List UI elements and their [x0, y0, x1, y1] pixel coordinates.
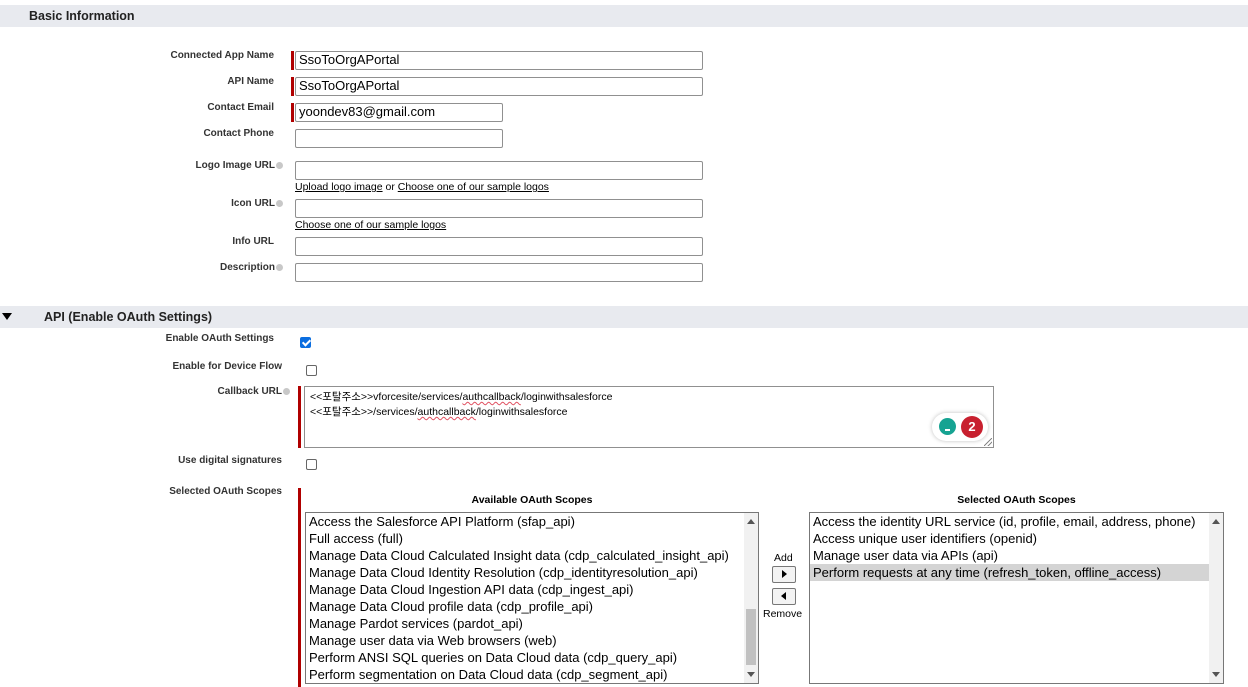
required-indicator [291, 103, 294, 122]
api-name-input[interactable]: SsoToOrgAPortal [295, 77, 703, 96]
choose-sample-logo-link[interactable]: Choose one of our sample logos [398, 181, 549, 193]
selected-scope-option[interactable]: Manage user data via APIs (api) [810, 547, 1223, 564]
device-flow-label: Enable for Device Flow [172, 361, 282, 372]
help-icon[interactable] [283, 388, 290, 395]
contact-email-label: Contact Email [207, 102, 274, 113]
required-indicator [291, 77, 294, 96]
selected-scrollbar[interactable] [1209, 513, 1223, 683]
selected-options: Access the identity URL service (id, pro… [810, 513, 1223, 581]
contact-email-input[interactable]: yoondev83@gmail.com [295, 103, 503, 122]
info-url-input[interactable] [295, 237, 703, 256]
available-scope-option[interactable]: Full access (full) [306, 530, 758, 547]
icon-url-input[interactable] [295, 199, 703, 218]
available-scope-option[interactable]: Manage Data Cloud profile data (cdp_prof… [306, 598, 758, 615]
device-flow-checkbox[interactable] [306, 365, 317, 376]
callback-url-label: Callback URL [100, 386, 290, 397]
selected-scopes-title: Selected OAuth Scopes [957, 494, 1076, 506]
icon-url-label: Icon URL [100, 198, 283, 209]
help-icon[interactable] [276, 264, 283, 271]
suggestion-count-badge[interactable]: 2 [961, 416, 983, 438]
add-label: Add [774, 552, 793, 564]
icon-links: Choose one of our sample logos [295, 219, 446, 231]
available-scope-option[interactable]: Perform segmentation on Data Cloud data … [306, 666, 758, 683]
logo-url-input[interactable] [295, 161, 703, 180]
scroll-down-icon[interactable] [747, 672, 755, 677]
basic-info-section-header [0, 5, 1248, 27]
scroll-up-icon[interactable] [747, 519, 755, 524]
grammar-assistant-widget[interactable]: 2 [932, 413, 988, 441]
remove-button[interactable] [772, 588, 796, 605]
callback-url-textarea[interactable]: <<포탈주소>>vforcesite/services/authcallback… [304, 386, 994, 448]
scroll-down-icon[interactable] [1212, 672, 1220, 677]
oauth-scopes-label: Selected OAuth Scopes [169, 486, 282, 497]
enable-oauth-label: Enable OAuth Settings [165, 333, 274, 344]
digital-signatures-label: Use digital signatures [178, 455, 282, 466]
or-text: or [385, 181, 395, 193]
arrow-left-icon [781, 592, 786, 600]
add-button[interactable] [772, 566, 796, 583]
enable-oauth-checkbox[interactable] [300, 337, 311, 348]
choose-sample-icon-link[interactable]: Choose one of our sample logos [295, 219, 446, 231]
callback-line-1: <<포탈주소>>vforcesite/services/authcallback… [310, 391, 613, 403]
help-icon[interactable] [276, 162, 283, 169]
selected-scope-option[interactable]: Access unique user identifiers (openid) [810, 530, 1223, 547]
digital-signatures-checkbox[interactable] [306, 459, 317, 470]
available-scope-option[interactable]: Access the Salesforce API Platform (sfap… [306, 513, 758, 530]
lightbulb-icon[interactable] [939, 418, 956, 435]
contact-phone-label: Contact Phone [203, 128, 274, 139]
logo-links: Upload logo image or Choose one of our s… [295, 181, 549, 193]
available-scope-option[interactable]: Manage user data via Web browsers (web) [306, 632, 758, 649]
available-scope-option[interactable]: Manage Data Cloud Calculated Insight dat… [306, 547, 758, 564]
app-name-input[interactable]: SsoToOrgAPortal [295, 51, 703, 70]
available-scope-option[interactable]: Manage Pardot services (pardot_api) [306, 615, 758, 632]
available-scope-option[interactable]: Manage Data Cloud Identity Resolution (c… [306, 564, 758, 581]
resize-grip-icon[interactable] [984, 438, 992, 446]
upload-logo-link[interactable]: Upload logo image [295, 181, 383, 193]
api-section-title: API (Enable OAuth Settings) [44, 310, 213, 324]
info-url-label: Info URL [232, 236, 274, 247]
selected-scopes-list[interactable]: Access the identity URL service (id, pro… [809, 512, 1224, 684]
description-input[interactable] [295, 263, 703, 282]
contact-phone-input[interactable] [295, 129, 503, 148]
callback-line-2: <<포탈주소>>/services/authcallback/loginwith… [310, 406, 568, 418]
selected-scope-option[interactable]: Perform requests at any time (refresh_to… [810, 564, 1223, 581]
logo-url-label: Logo Image URL [100, 160, 283, 171]
remove-label: Remove [763, 608, 803, 620]
selected-scope-option[interactable]: Access the identity URL service (id, pro… [810, 513, 1223, 530]
app-name-label: Connected App Name [170, 50, 274, 61]
available-options: Access the Salesforce API Platform (sfap… [306, 513, 758, 683]
api-name-label: API Name [227, 76, 274, 87]
scroll-up-icon[interactable] [1212, 519, 1220, 524]
required-indicator [291, 51, 294, 70]
required-indicator [298, 386, 301, 448]
available-scopes-list[interactable]: Access the Salesforce API Platform (sfap… [305, 512, 759, 684]
available-scope-option[interactable]: Manage Data Cloud Ingestion API data (cd… [306, 581, 758, 598]
collapse-triangle-icon[interactable] [2, 313, 12, 320]
basic-info-title: Basic Information [29, 9, 135, 23]
available-scrollbar[interactable] [744, 513, 758, 683]
description-label: Description [100, 262, 283, 273]
scroll-thumb[interactable] [746, 609, 756, 665]
available-scope-option[interactable]: Perform ANSI SQL queries on Data Cloud d… [306, 649, 758, 666]
required-indicator [298, 488, 301, 687]
help-icon[interactable] [276, 200, 283, 207]
arrow-right-icon [782, 570, 787, 578]
available-scopes-title: Available OAuth Scopes [471, 494, 593, 506]
